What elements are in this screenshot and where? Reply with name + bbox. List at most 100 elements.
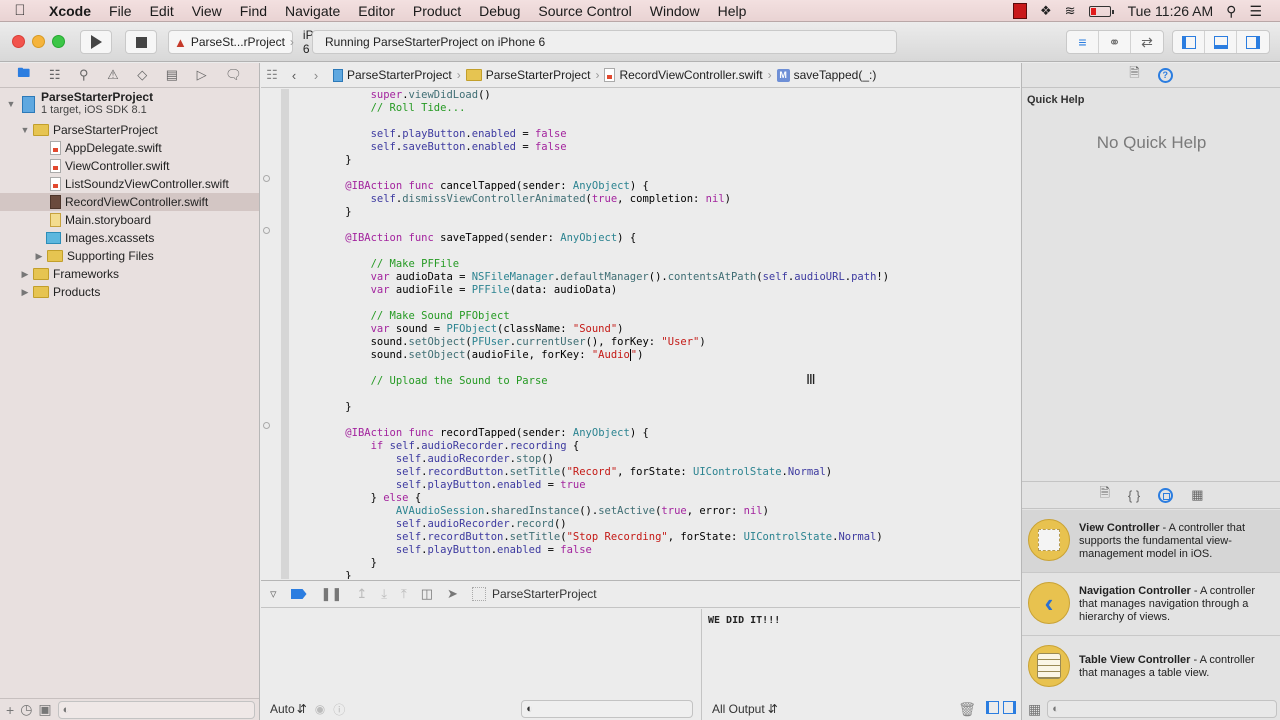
- tree-item-group[interactable]: ▶ Frameworks: [0, 265, 259, 283]
- grid-view-icon[interactable]: ▦: [1028, 701, 1041, 718]
- debug-navigator-tab-icon[interactable]: ▤: [166, 67, 178, 83]
- code-text[interactable]: super.viewDidLoad() // Roll Tide... self…: [320, 89, 889, 579]
- menu-window[interactable]: Window: [641, 3, 709, 19]
- menu-product[interactable]: Product: [404, 3, 470, 19]
- variables-scope-select[interactable]: Auto: [270, 702, 295, 716]
- ibaction-connection-icon[interactable]: [263, 227, 270, 234]
- apple-icon[interactable]: : [0, 2, 40, 19]
- assistant-editor-icon[interactable]: ⚭: [1099, 31, 1131, 53]
- show-console-icon[interactable]: [1003, 701, 1016, 717]
- object-library-icon[interactable]: [1158, 487, 1174, 503]
- menu-help[interactable]: Help: [709, 3, 756, 19]
- movie-recorder-icon[interactable]: [1013, 3, 1027, 19]
- run-button[interactable]: [80, 30, 112, 54]
- menu-edit[interactable]: Edit: [141, 3, 183, 19]
- library-item[interactable]: ‹ Navigation Controller - A controller t…: [1022, 573, 1280, 636]
- code-line[interactable]: [320, 388, 889, 401]
- view-debugger-icon[interactable]: ◫: [421, 586, 433, 602]
- code-line[interactable]: if self.audioRecorder.recording {: [320, 440, 889, 453]
- code-line[interactable]: @IBAction func cancelTapped(sender: AnyO…: [320, 180, 889, 193]
- source-control-filter-icon[interactable]: ▣: [38, 701, 51, 718]
- version-editor-icon[interactable]: ⇄: [1131, 31, 1163, 53]
- breadcrumb-project[interactable]: ParseStarterProject: [333, 68, 452, 82]
- code-line[interactable]: [320, 414, 889, 427]
- standard-editor-icon[interactable]: ≡: [1067, 31, 1099, 53]
- menu-source-control[interactable]: Source Control: [529, 3, 640, 19]
- code-line[interactable]: [320, 297, 889, 310]
- code-line[interactable]: self.playButton.enabled = true: [320, 479, 889, 492]
- menu-editor[interactable]: Editor: [349, 3, 404, 19]
- tree-item-group[interactable]: ▶ Supporting Files: [0, 247, 259, 265]
- menu-file[interactable]: File: [100, 3, 141, 19]
- back-icon[interactable]: ‹: [283, 68, 305, 83]
- find-navigator-tab-icon[interactable]: ⚲: [79, 67, 89, 83]
- code-line[interactable]: // Make PFFile: [320, 258, 889, 271]
- code-line[interactable]: // Upload the Sound to Parse: [320, 375, 889, 388]
- recent-files-icon[interactable]: ◷: [20, 701, 32, 718]
- code-folding-ribbon[interactable]: [281, 89, 289, 579]
- console-output-select[interactable]: All Output: [712, 702, 765, 716]
- code-line[interactable]: [320, 362, 889, 375]
- code-line[interactable]: self.audioRecorder.stop(): [320, 453, 889, 466]
- menu-debug[interactable]: Debug: [470, 3, 529, 19]
- file-inspector-icon[interactable]: 🗎: [1129, 64, 1139, 86]
- code-line[interactable]: self.recordButton.setTitle("Record", for…: [320, 466, 889, 479]
- chevron-updown-icon[interactable]: ⇵: [768, 702, 778, 716]
- battery-icon[interactable]: [1088, 5, 1114, 17]
- library-filter-input[interactable]: ◐: [1047, 700, 1277, 718]
- quick-help-icon[interactable]: ?: [1157, 67, 1173, 83]
- chevron-updown-icon[interactable]: ⇵: [297, 702, 307, 716]
- tree-item-file[interactable]: Images.xcassets: [0, 229, 259, 247]
- code-line[interactable]: sound.setObject(audioFile, forKey: "Audi…: [320, 349, 889, 362]
- tree-item-file[interactable]: Main.storyboard: [0, 211, 259, 229]
- code-line[interactable]: } else {: [320, 492, 889, 505]
- menu-navigate[interactable]: Navigate: [276, 3, 349, 19]
- media-library-icon[interactable]: ▦: [1191, 487, 1203, 503]
- info-icon[interactable]: ⓘ: [333, 701, 345, 718]
- code-line[interactable]: }: [320, 570, 889, 579]
- code-line[interactable]: AVAudioSession.sharedInstance().setActiv…: [320, 505, 889, 518]
- menu-view[interactable]: View: [183, 3, 231, 19]
- code-line[interactable]: @IBAction func saveTapped(sender: AnyObj…: [320, 232, 889, 245]
- related-items-icon[interactable]: ☷: [261, 67, 283, 83]
- code-line[interactable]: // Roll Tide...: [320, 102, 889, 115]
- add-icon[interactable]: +: [6, 702, 14, 718]
- code-line[interactable]: [320, 115, 889, 128]
- hide-debug-area-icon[interactable]: ▿: [270, 586, 277, 602]
- tree-item-file[interactable]: AppDelegate.swift: [0, 139, 259, 157]
- code-line[interactable]: [320, 167, 889, 180]
- disclosure-collapsed-icon[interactable]: ▶: [20, 287, 30, 298]
- trash-icon[interactable]: 🗑: [958, 701, 976, 718]
- dropbox-icon[interactable]: ❖: [1040, 3, 1052, 19]
- wifi-icon[interactable]: ≋: [1065, 3, 1076, 19]
- code-line[interactable]: self.playButton.enabled = false: [320, 128, 889, 141]
- code-line[interactable]: self.saveButton.enabled = false: [320, 141, 889, 154]
- code-line[interactable]: self.recordButton.setTitle("Stop Recordi…: [320, 531, 889, 544]
- report-navigator-tab-icon[interactable]: 🗨: [225, 67, 242, 83]
- code-line[interactable]: super.viewDidLoad(): [320, 89, 889, 102]
- test-navigator-tab-icon[interactable]: ◇: [137, 67, 147, 83]
- quick-look-icon[interactable]: ◉: [315, 702, 325, 716]
- clock[interactable]: Tue 11:26 AM: [1128, 3, 1214, 19]
- code-line[interactable]: sound.setObject(PFUser.currentUser(), fo…: [320, 336, 889, 349]
- console[interactable]: WE DID IT!!! All Output ⇵ 🗑: [703, 609, 1020, 720]
- scheme-selector[interactable]: ▲ ParseSt...rProject › iPhone 6: [168, 28, 340, 56]
- tree-item-group[interactable]: ▼ ParseStarterProject: [0, 121, 259, 139]
- notification-center-icon[interactable]: ☰: [1249, 3, 1262, 20]
- stop-button[interactable]: [125, 30, 157, 54]
- code-line[interactable]: }: [320, 206, 889, 219]
- tree-item-group[interactable]: ▶ Products: [0, 283, 259, 301]
- spotlight-icon[interactable]: ⚲: [1226, 3, 1236, 20]
- disclosure-expanded-icon[interactable]: ▼: [20, 125, 30, 135]
- pause-icon[interactable]: ❚❚: [321, 586, 343, 602]
- disclosure-collapsed-icon[interactable]: ▶: [20, 269, 30, 280]
- code-snippet-library-icon[interactable]: { }: [1128, 488, 1140, 503]
- tree-item-project[interactable]: ▼ ParseStarterProject 1 target, iOS SDK …: [0, 90, 259, 118]
- code-line[interactable]: var sound = PFObject(className: "Sound"): [320, 323, 889, 336]
- toggle-utilities-button[interactable]: [1237, 31, 1269, 53]
- tree-item-file-selected[interactable]: RecordViewController.swift: [0, 193, 259, 211]
- library-item[interactable]: Table View Controller - A controller tha…: [1022, 636, 1280, 696]
- breadcrumb-method[interactable]: M saveTapped(_:): [776, 68, 876, 82]
- close-window-button[interactable]: [12, 35, 25, 48]
- file-template-library-icon[interactable]: 🗎: [1099, 484, 1109, 506]
